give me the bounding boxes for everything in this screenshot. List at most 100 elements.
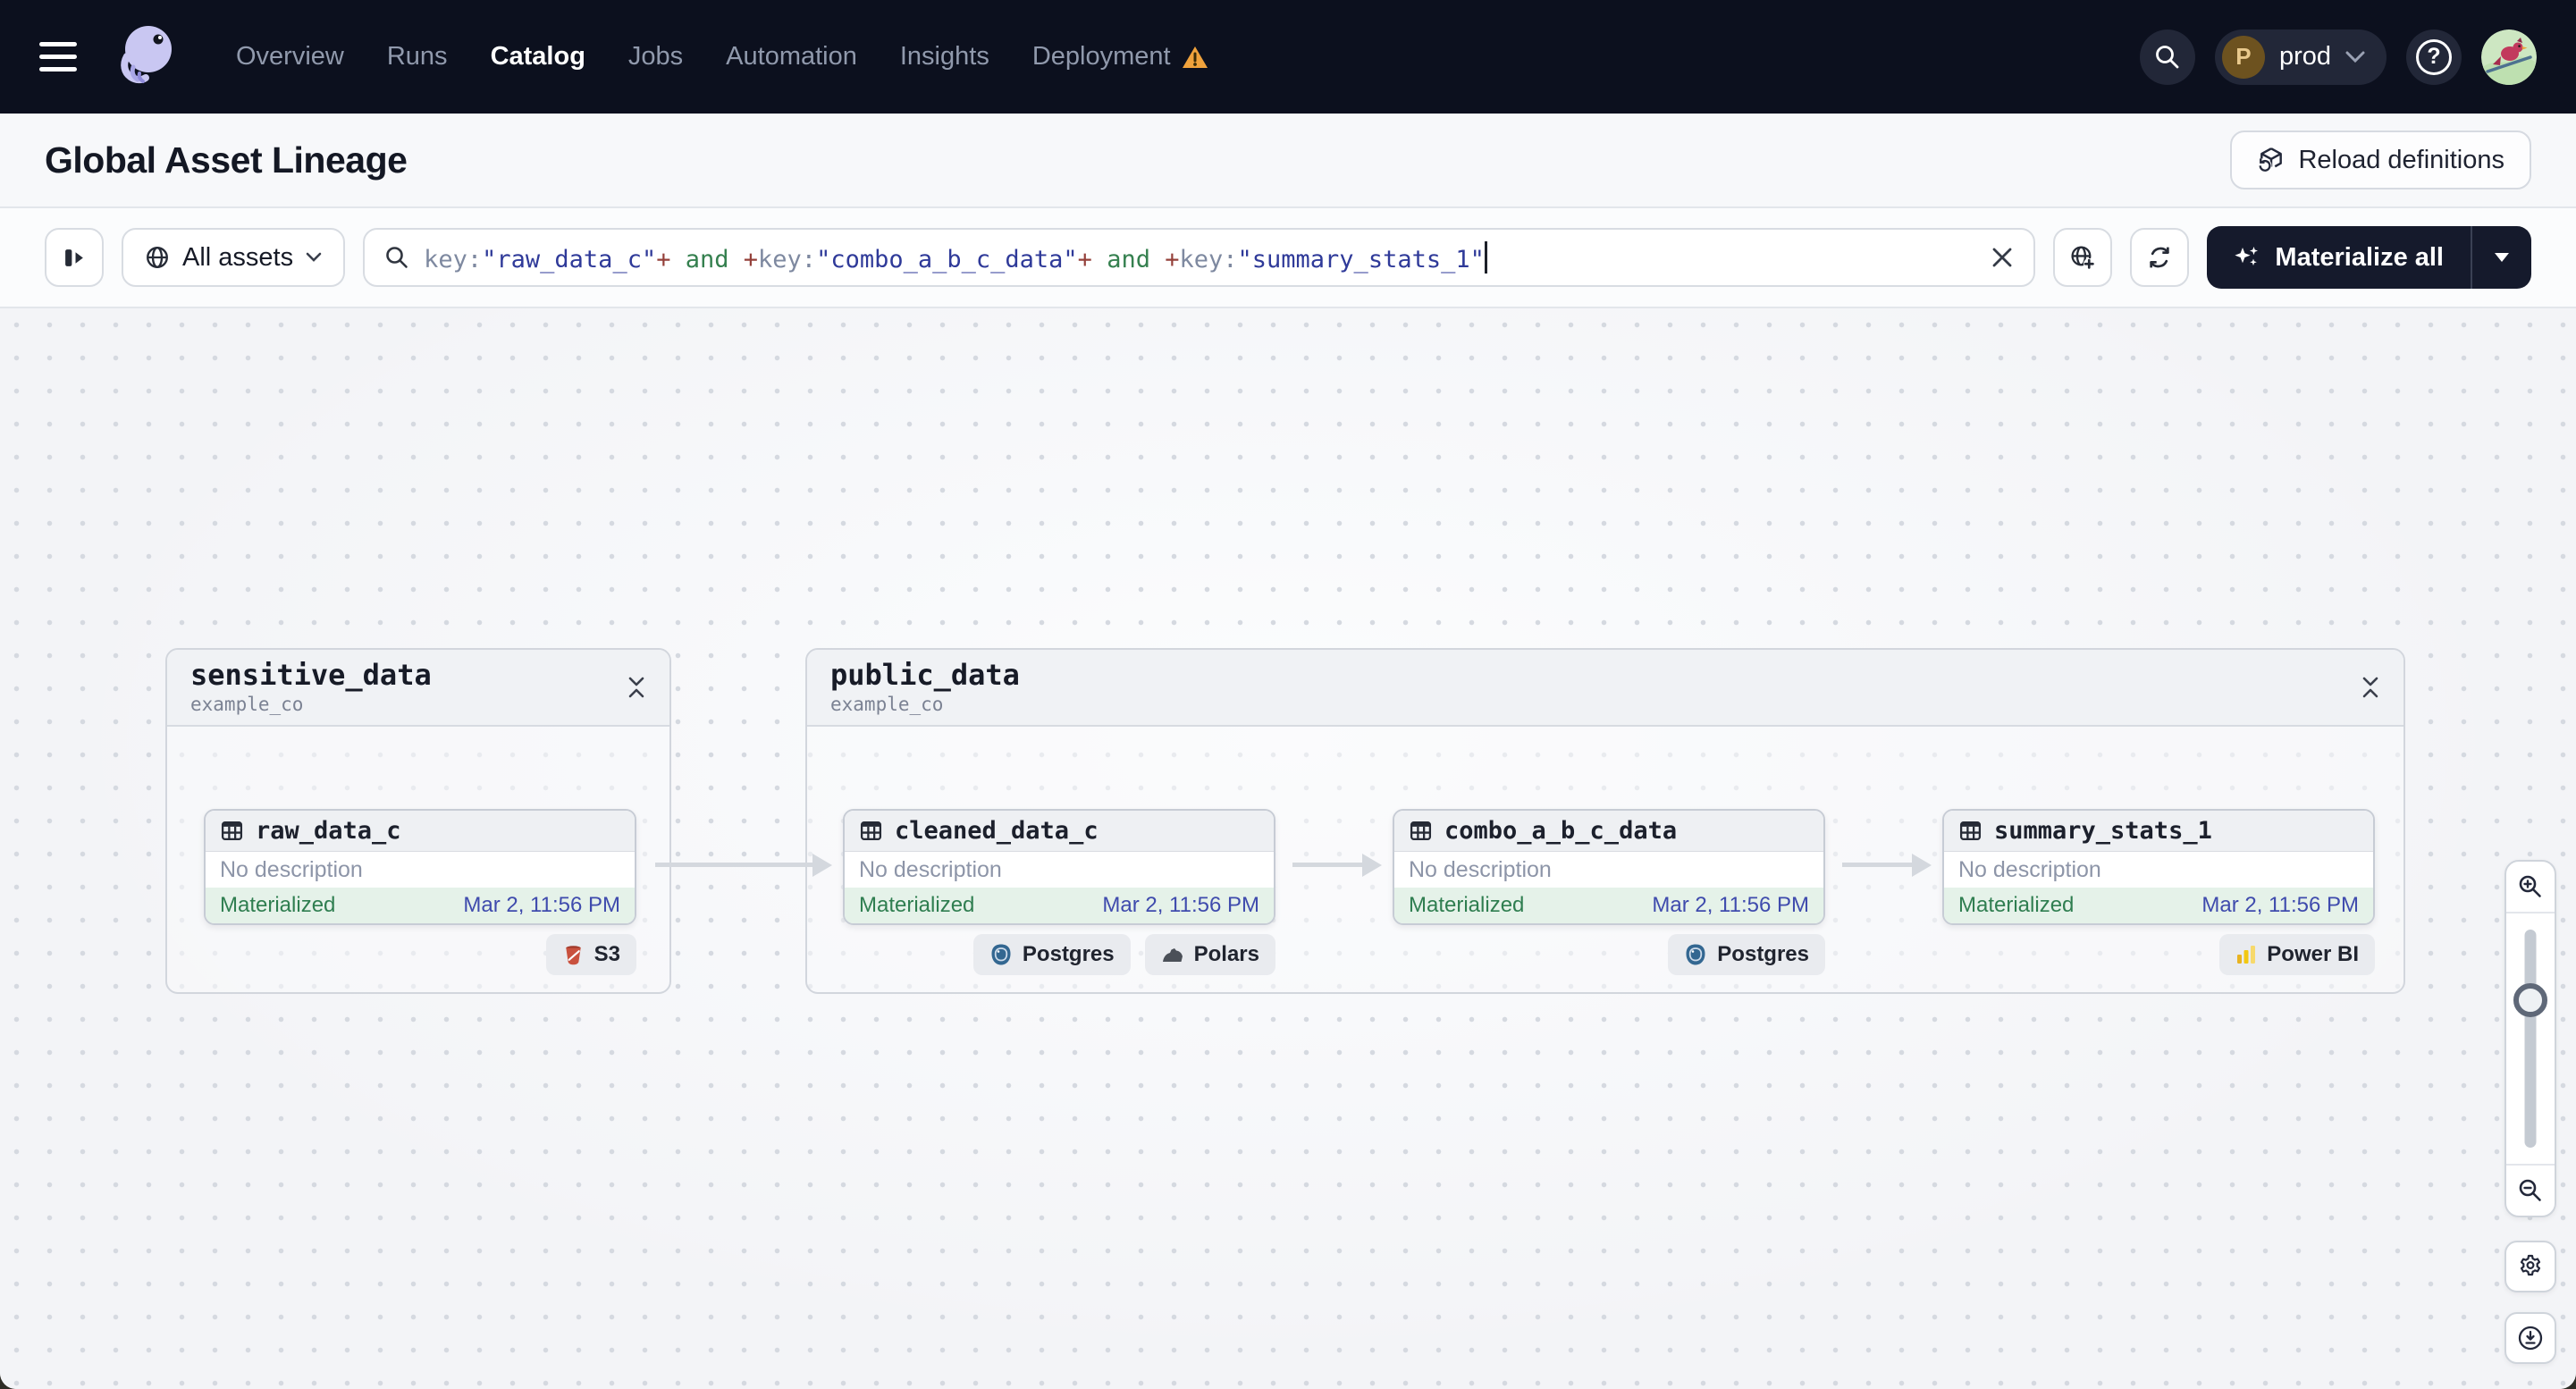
- powerbi-icon: [2237, 946, 2256, 964]
- asset-node-combo-a-b-c-data[interactable]: combo_a_b_c_data No description Material…: [1393, 809, 1825, 925]
- reload-definitions-button[interactable]: Reload definitions: [2230, 130, 2531, 189]
- asset-name: cleaned_data_c: [895, 817, 1099, 845]
- kind-tag-powerbi[interactable]: Power BI: [2219, 934, 2375, 975]
- badge-row: Postgres: [1393, 934, 1825, 975]
- asset-node-cleaned-data-c[interactable]: cleaned_data_c No description Materializ…: [843, 809, 1275, 925]
- collapse-vertical-icon: [2362, 677, 2378, 698]
- chevron-down-icon: [2345, 51, 2365, 63]
- asset-status-row: Materialized Mar 2, 11:56 PM: [206, 888, 635, 923]
- query-text: key:"raw_data_c"+ and +key:"combo_a_b_c_…: [424, 241, 1976, 274]
- asset-node-header: raw_data_c: [206, 811, 635, 852]
- kind-tag-label: Postgres: [1717, 942, 1809, 966]
- page-title: Global Asset Lineage: [45, 139, 408, 181]
- top-nav: Overview Runs Catalog Jobs Automation In…: [0, 0, 2576, 114]
- nav-item-catalog[interactable]: Catalog: [491, 42, 585, 72]
- group-name: sensitive_data: [190, 657, 432, 692]
- collapse-group-button[interactable]: [627, 675, 646, 700]
- asset-description: No description: [1409, 856, 1552, 882]
- avatar-bird-image: [2481, 29, 2537, 85]
- materialize-all-button[interactable]: Materialize all: [2207, 226, 2471, 289]
- page-header: Global Asset Lineage Reload definitions: [0, 114, 2576, 208]
- kind-tag-postgres[interactable]: Postgres: [972, 934, 1131, 975]
- edge-cleaned-to-combo: [1292, 854, 1382, 877]
- open-sidebar-button[interactable]: [45, 228, 104, 287]
- nav-item-jobs[interactable]: Jobs: [628, 42, 683, 72]
- group-name: public_data: [830, 657, 1020, 692]
- asset-status-row: Materialized Mar 2, 11:56 PM: [845, 888, 1274, 923]
- materialize-options-button[interactable]: [2472, 226, 2531, 289]
- search-icon: [386, 247, 408, 268]
- status-badge: Materialized: [1409, 893, 1525, 917]
- text-cursor: [1484, 241, 1487, 274]
- dagster-logo[interactable]: [104, 16, 186, 98]
- download-icon: [2518, 1326, 2543, 1351]
- environment-switcher[interactable]: P prod: [2214, 29, 2387, 85]
- kind-tag-label: Postgres: [1022, 942, 1115, 966]
- asset-node-header: cleaned_data_c: [845, 811, 1274, 852]
- table-icon: [1410, 821, 1432, 840]
- group-header: sensitive_data example_co: [167, 650, 669, 727]
- search-icon: [2156, 45, 2179, 68]
- refresh-button[interactable]: [2130, 228, 2190, 287]
- materialization-timestamp: Mar 2, 11:56 PM: [463, 893, 620, 917]
- table-icon: [221, 821, 243, 840]
- materialize-split-button: Materialize all: [2207, 226, 2531, 289]
- zoom-in-icon: [2519, 875, 2541, 897]
- kind-tag-s3[interactable]: S3: [545, 934, 636, 975]
- arrowhead-icon: [1362, 854, 1382, 877]
- hamburger-menu-icon[interactable]: [39, 42, 77, 72]
- asset-node-summary-stats-1[interactable]: summary_stats_1 No description Materiali…: [1942, 809, 2375, 925]
- kind-tag-label: S3: [593, 942, 620, 966]
- app-window: Overview Runs Catalog Jobs Automation In…: [0, 0, 2576, 1389]
- user-avatar[interactable]: [2481, 29, 2537, 85]
- refresh-icon: [2150, 247, 2170, 268]
- zoom-slider[interactable]: [2506, 913, 2555, 1164]
- s3-icon: [565, 945, 581, 964]
- materialization-timestamp: Mar 2, 11:56 PM: [2201, 893, 2359, 917]
- clear-query-button[interactable]: [1991, 246, 2014, 269]
- asset-name: summary_stats_1: [1994, 817, 2212, 845]
- close-icon: [1993, 248, 2012, 267]
- asset-description: No description: [1958, 856, 2101, 882]
- badge-row: S3: [204, 934, 636, 975]
- kind-tag-polars[interactable]: Polars: [1144, 934, 1275, 975]
- collapse-vertical-icon: [628, 677, 644, 698]
- nav-item-insights[interactable]: Insights: [900, 42, 989, 72]
- group-repo: example_co: [830, 694, 944, 716]
- asset-node-raw-data-c[interactable]: raw_data_c No description Materialized M…: [204, 809, 636, 925]
- group-repo: example_co: [190, 694, 304, 716]
- materialize-all-label: Materialize all: [2275, 242, 2444, 272]
- zoom-in-button[interactable]: [2506, 862, 2555, 913]
- asset-query-input[interactable]: key:"raw_data_c"+ and +key:"combo_a_b_c_…: [363, 228, 2036, 287]
- badge-row: Power BI: [1942, 934, 2375, 975]
- graph-settings-button[interactable]: [2504, 1241, 2556, 1292]
- nav-item-overview[interactable]: Overview: [236, 42, 344, 72]
- nav-links: Overview Runs Catalog Jobs Automation In…: [236, 42, 1208, 72]
- globe-icon: [147, 247, 168, 268]
- zoom-slider-track[interactable]: [2524, 930, 2537, 1148]
- panel-toggle-icon: [64, 248, 83, 266]
- reload-definitions-label: Reload definitions: [2298, 145, 2504, 174]
- postgres-icon: [1686, 944, 1705, 965]
- zoom-out-icon: [2519, 1179, 2541, 1201]
- nav-item-automation[interactable]: Automation: [726, 42, 857, 72]
- export-image-button[interactable]: [2504, 1312, 2556, 1364]
- zoom-out-button[interactable]: [2506, 1164, 2555, 1216]
- zoom-control-panel: [2504, 860, 2556, 1217]
- help-button[interactable]: ?: [2406, 29, 2462, 85]
- kind-tag-postgres[interactable]: Postgres: [1668, 934, 1825, 975]
- filter-scope-button[interactable]: [2053, 228, 2113, 287]
- nav-item-runs[interactable]: Runs: [387, 42, 448, 72]
- asset-name: combo_a_b_c_data: [1444, 817, 1678, 845]
- asset-scope-dropdown[interactable]: All assets: [122, 228, 346, 287]
- zoom-slider-thumb[interactable]: [2513, 983, 2547, 1017]
- materialization-timestamp: Mar 2, 11:56 PM: [1102, 893, 1259, 917]
- asset-description: No description: [220, 856, 363, 882]
- global-search-button[interactable]: [2139, 29, 2195, 85]
- nav-item-deployment[interactable]: Deployment: [1032, 42, 1208, 72]
- postgres-icon: [991, 944, 1011, 965]
- status-badge: Materialized: [859, 893, 975, 917]
- badge-row: Postgres Polars: [843, 934, 1275, 975]
- lineage-canvas[interactable]: sensitive_data example_co public_data ex…: [0, 308, 2576, 1389]
- collapse-group-button[interactable]: [2361, 675, 2380, 700]
